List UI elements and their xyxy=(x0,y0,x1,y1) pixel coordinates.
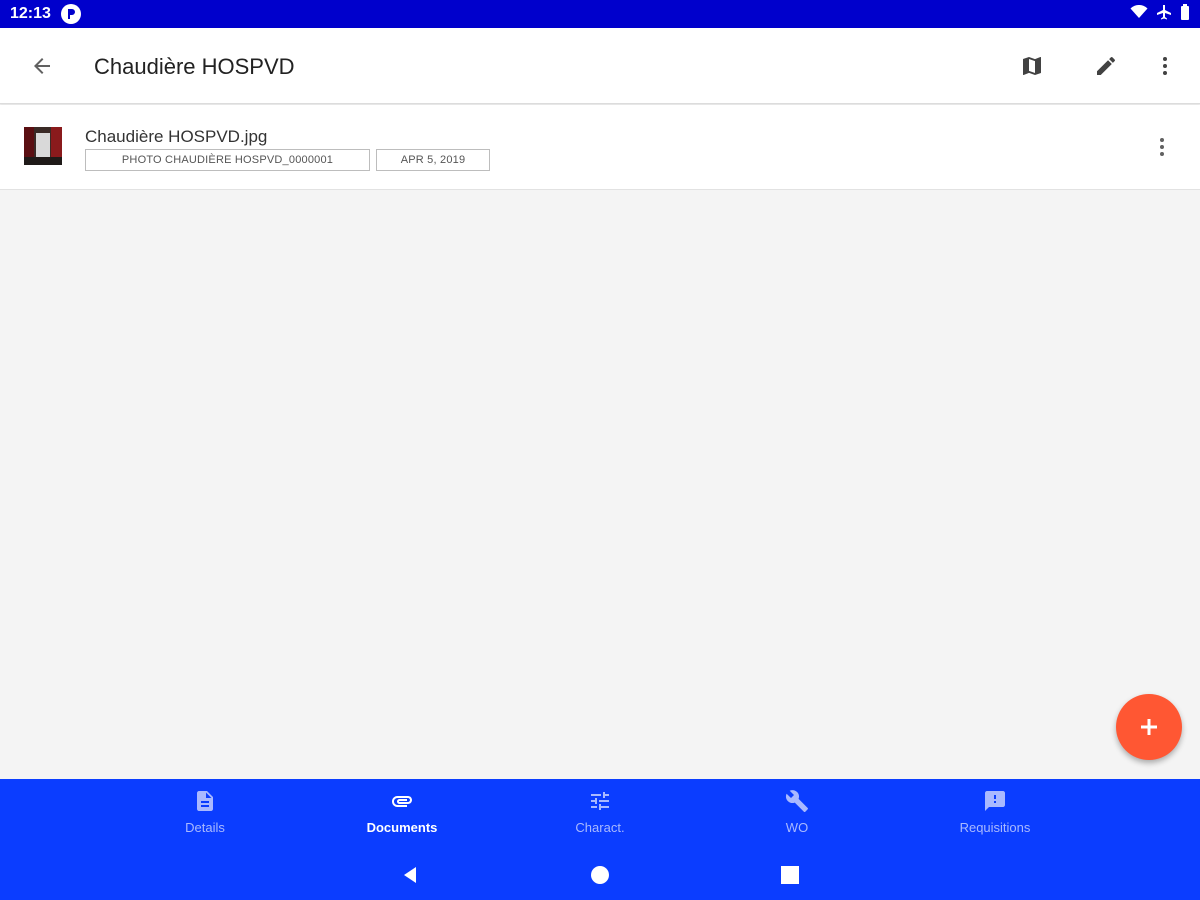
nav-item-documents[interactable]: Documents xyxy=(332,779,472,850)
status-bar: 12:13 xyxy=(0,0,1200,28)
document-thumbnail xyxy=(24,127,62,165)
nav-label-details: Details xyxy=(185,820,225,835)
document-list-item[interactable]: Chaudière HOSPVD.jpg PHOTO CHAUDIÈRE HOS… xyxy=(0,105,1200,190)
attachment-icon xyxy=(392,796,412,807)
nav-label-requisitions: Requisitions xyxy=(959,820,1031,835)
document-reference-chip: PHOTO CHAUDIÈRE HOSPVD_0000001 xyxy=(85,149,370,171)
triangle-back-icon xyxy=(404,867,416,883)
app-bar: Chaudière HOSPVD xyxy=(0,28,1200,104)
plus-icon xyxy=(1141,719,1157,735)
square-recents-icon xyxy=(781,866,799,884)
pencil-icon xyxy=(1097,56,1116,75)
airplane-mode-icon xyxy=(1156,4,1172,25)
arrow-back-icon xyxy=(34,58,50,74)
nav-item-details[interactable]: Details xyxy=(135,779,275,850)
more-vert-icon xyxy=(1163,57,1167,75)
wrench-icon xyxy=(785,790,808,812)
map-icon xyxy=(1023,57,1041,75)
circle-home-icon xyxy=(591,866,609,884)
document-name: Chaudière HOSPVD.jpg xyxy=(85,127,268,146)
app-notification-icon xyxy=(60,4,81,24)
edit-button[interactable] xyxy=(1082,42,1130,90)
nav-label-wo: WO xyxy=(785,820,809,835)
document-more-button[interactable] xyxy=(1138,123,1186,171)
document-icon xyxy=(197,791,213,811)
system-home-button[interactable] xyxy=(585,860,615,890)
system-recents-button[interactable] xyxy=(775,860,805,890)
page-title: Chaudière HOSPVD xyxy=(94,54,295,79)
battery-icon xyxy=(1180,3,1190,25)
status-icons xyxy=(1130,3,1190,25)
status-time: 12:13 xyxy=(10,5,51,22)
nav-label-charact: Charact. xyxy=(575,820,625,835)
overflow-menu-button[interactable] xyxy=(1141,42,1189,90)
back-button[interactable] xyxy=(18,42,66,90)
screen: 12:13 Chaudière HOSPVD Chaudière HOSPVD.… xyxy=(0,0,1200,900)
map-button[interactable] xyxy=(1008,42,1056,90)
feedback-icon xyxy=(985,791,1005,811)
bottom-navigation: Details Documents Charact. WO Requisitio… xyxy=(0,779,1200,850)
system-navigation-bar xyxy=(0,850,1200,900)
nav-item-wo[interactable]: WO xyxy=(727,779,867,850)
wifi-icon xyxy=(1130,4,1148,24)
nav-item-requisitions[interactable]: Requisitions xyxy=(925,779,1065,850)
nav-label-documents: Documents xyxy=(366,820,438,835)
document-date-chip: APR 5, 2019 xyxy=(376,149,490,171)
tune-icon xyxy=(591,792,609,810)
nav-item-charact[interactable]: Charact. xyxy=(530,779,670,850)
more-vert-icon xyxy=(1160,138,1164,156)
system-back-button[interactable] xyxy=(395,860,425,890)
add-document-fab[interactable] xyxy=(1116,694,1182,760)
